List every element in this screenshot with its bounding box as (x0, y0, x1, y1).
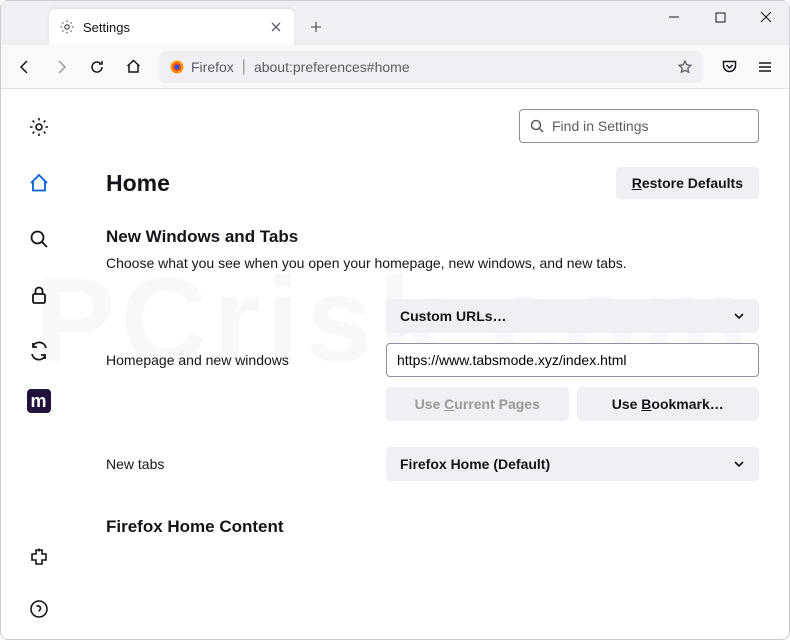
section-title: New Windows and Tabs (106, 227, 759, 247)
gear-icon (59, 19, 75, 35)
sidebar: m (1, 89, 76, 639)
settings-search[interactable] (519, 109, 759, 143)
sidebar-search-icon[interactable] (21, 221, 57, 257)
section-title-2: Firefox Home Content (106, 517, 759, 537)
close-icon[interactable] (268, 19, 284, 35)
identity-box[interactable]: Firefox (169, 59, 234, 75)
content: m Home Restore Defaults New Windows and … (1, 89, 789, 639)
pocket-button[interactable] (713, 51, 745, 83)
back-button[interactable] (9, 51, 41, 83)
homepage-label: Homepage and new windows (106, 352, 386, 368)
homepage-dropdown[interactable]: Custom URLs… (386, 299, 759, 333)
reload-button[interactable] (81, 51, 113, 83)
sidebar-privacy-icon[interactable] (21, 277, 57, 313)
home-button[interactable] (117, 51, 149, 83)
search-icon (530, 119, 544, 133)
homepage-url-input[interactable] (386, 343, 759, 377)
chevron-down-icon (733, 458, 745, 470)
forward-button[interactable] (45, 51, 77, 83)
sidebar-sync-icon[interactable] (21, 333, 57, 369)
dropdown-value: Custom URLs… (400, 308, 507, 324)
close-window-button[interactable] (743, 1, 789, 33)
firefox-icon (169, 59, 185, 75)
search-input[interactable] (552, 118, 748, 134)
newtabs-label: New tabs (106, 456, 386, 472)
sidebar-extensions-icon[interactable] (21, 539, 57, 575)
bookmark-star-icon[interactable] (677, 59, 693, 75)
sidebar-help-icon[interactable] (21, 591, 57, 627)
menu-button[interactable] (749, 51, 781, 83)
new-tab-button[interactable] (300, 11, 332, 43)
dropdown-value: Firefox Home (Default) (400, 456, 550, 472)
toolbar: Firefox | about:preferences#home (1, 45, 789, 89)
section-desc: Choose what you see when you open your h… (106, 255, 759, 271)
sidebar-home-icon[interactable] (21, 165, 57, 201)
url-text: about:preferences#home (254, 59, 669, 75)
browser-tab[interactable]: Settings (49, 9, 294, 45)
titlebar: Settings (1, 1, 789, 45)
newtabs-dropdown[interactable]: Firefox Home (Default) (386, 447, 759, 481)
url-bar[interactable]: Firefox | about:preferences#home (159, 51, 703, 83)
minimize-button[interactable] (651, 1, 697, 33)
page-title: Home (106, 170, 170, 197)
use-current-pages-button[interactable]: Use Current Pages (386, 387, 569, 421)
use-bookmark-button[interactable]: Use Bookmark… (577, 387, 760, 421)
window-controls (651, 1, 789, 33)
chevron-down-icon (733, 310, 745, 322)
restore-defaults-button[interactable]: Restore Defaults (616, 167, 759, 199)
maximize-button[interactable] (697, 1, 743, 33)
sidebar-general-icon[interactable] (21, 109, 57, 145)
main-panel: Home Restore Defaults New Windows and Ta… (76, 89, 789, 639)
identity-label: Firefox (191, 59, 234, 75)
tab-title: Settings (83, 20, 260, 35)
sidebar-more-icon[interactable]: m (27, 389, 51, 413)
